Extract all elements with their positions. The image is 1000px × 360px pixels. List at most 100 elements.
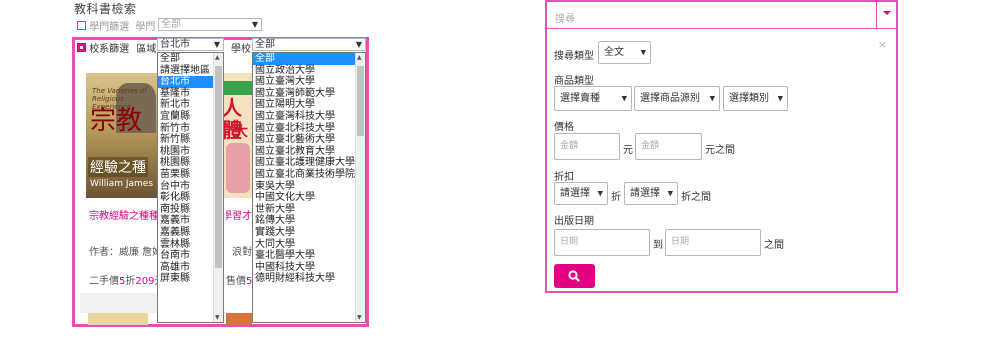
- scroll-down-icon[interactable]: ▼: [215, 314, 220, 321]
- region-scrollbar[interactable]: ▲ ▼: [213, 53, 223, 322]
- school-option[interactable]: 國立臺北護理健康大學: [253, 157, 365, 169]
- subject-filter-row: 學門篩選 學門: [77, 18, 155, 33]
- subject-select-value: 全部: [161, 19, 181, 30]
- chevron-down-icon: ▼: [777, 94, 783, 102]
- scrollbar-thumb[interactable]: [215, 66, 222, 268]
- search-button[interactable]: [554, 264, 595, 288]
- date-from-input[interactable]: 日期: [554, 229, 650, 256]
- book3-cover-partial[interactable]: [88, 313, 148, 325]
- school-filter-row: 校系篩選 區域: [77, 40, 156, 55]
- book2-title-link[interactable]: 學習才: [226, 207, 252, 222]
- page-title: 教科書檢索: [74, 2, 137, 16]
- book1-author: 作者：威廉 詹姆: [89, 247, 163, 258]
- school-option[interactable]: 臺北醫學大學: [253, 250, 365, 262]
- school-option[interactable]: 實踐大學: [253, 227, 365, 239]
- chevron-down-icon: ▼: [667, 189, 673, 197]
- search-bar: 搜尋: [547, 2, 896, 29]
- discount-max-value: 請選擇: [630, 188, 660, 199]
- book-cover-1[interactable]: The Varieties of Religious Experience 宗教…: [86, 73, 158, 198]
- search-type-select[interactable]: 全文 ▼: [598, 41, 651, 64]
- close-icon[interactable]: ×: [878, 38, 887, 51]
- discount-label: 折扣: [554, 172, 574, 183]
- book1-title-link[interactable]: 宗教經驗之種種: [89, 207, 159, 222]
- book2-price: 售價5折: [226, 272, 252, 287]
- date-to-input[interactable]: 日期: [665, 229, 761, 256]
- subject-label: 學門: [135, 22, 156, 33]
- book1-price-prefix: 二手價: [89, 276, 119, 287]
- publish-date-label: 出版日期: [554, 216, 594, 227]
- school-option[interactable]: 國立陽明大學: [253, 99, 365, 111]
- date-to-label: 到: [653, 240, 663, 251]
- product-source-select[interactable]: 選擇商品源別 ▼: [634, 86, 720, 111]
- school-option[interactable]: 國立臺北藝術大學: [253, 134, 365, 146]
- search-icon: [568, 270, 580, 282]
- discount-unit-label: 折: [611, 192, 621, 203]
- scroll-up-icon[interactable]: ▲: [215, 54, 220, 61]
- scrollbar-thumb[interactable]: [357, 66, 364, 136]
- region-label: 區域: [136, 44, 157, 55]
- school-option[interactable]: 全部: [253, 53, 365, 65]
- school-option[interactable]: 國立臺灣大學: [253, 76, 365, 88]
- chevron-down-icon: ▼: [355, 40, 362, 49]
- school-select-value: 全部: [255, 39, 275, 50]
- school-option[interactable]: 大同大學: [253, 239, 365, 251]
- subject-select[interactable]: 全部 ▼: [158, 18, 262, 31]
- scroll-down-icon[interactable]: ▼: [357, 314, 362, 321]
- product-source-value: 選擇商品源別: [640, 93, 700, 104]
- region-select[interactable]: 台北市 ▼: [157, 38, 224, 51]
- school-option[interactable]: 中國文化大學: [253, 192, 365, 204]
- price-max-input[interactable]: 金額: [635, 133, 702, 160]
- school-option[interactable]: 中國科技大學: [253, 262, 365, 274]
- school-option[interactable]: 東吳大學: [253, 181, 365, 193]
- school-label: 學校: [231, 44, 251, 55]
- price-yuan-label: 元: [623, 145, 633, 156]
- search-dropdown-toggle[interactable]: [876, 2, 896, 28]
- discount-min-value: 請選擇: [560, 188, 590, 199]
- book2-author: 作者：浪對: [226, 247, 252, 258]
- region-select-value: 台北市: [160, 39, 190, 50]
- discount-min-select[interactable]: 請選擇 ▼: [554, 182, 608, 205]
- school-select[interactable]: 全部 ▼: [252, 38, 366, 51]
- book1-cover-author: William James: [90, 179, 154, 189]
- school-option[interactable]: 銘傳大學: [253, 215, 365, 227]
- school-dropdown-list[interactable]: 全部 國立政治大學 國立臺灣大學 國立臺灣師範大學 國立陽明大學 國立臺灣科技大學 國立臺北…: [252, 52, 366, 323]
- school-option[interactable]: 德明財經科技大學: [253, 273, 365, 285]
- discount-max-select[interactable]: 請選擇 ▼: [624, 182, 678, 205]
- chevron-down-icon: ▼: [213, 40, 220, 49]
- book1-price: 二手價5折209元: [89, 272, 164, 287]
- school-option[interactable]: 國立臺灣師範大學: [253, 88, 365, 100]
- school-filter-label: 校系篩選: [89, 44, 130, 55]
- school-option[interactable]: 世新大學: [253, 204, 365, 216]
- caret-down-icon: [883, 11, 891, 15]
- school-options: 全部 國立政治大學 國立臺灣大學 國立臺灣師範大學 國立陽明大學 國立臺灣科技大學 國立臺北…: [253, 53, 365, 285]
- price-min-input[interactable]: 金額: [554, 133, 620, 160]
- book1-cover-title: 宗教: [90, 106, 143, 136]
- book4-cover-partial[interactable]: [226, 313, 252, 325]
- chevron-down-icon: ▼: [251, 20, 258, 29]
- chevron-down-icon: ▼: [640, 48, 646, 56]
- school-option[interactable]: 國立臺北商業技術學院: [253, 169, 365, 181]
- price-label: 價格: [554, 122, 574, 133]
- school-option[interactable]: 國立臺灣科技大學: [253, 111, 365, 123]
- scroll-up-icon[interactable]: ▲: [357, 54, 362, 61]
- chevron-down-icon: ▼: [709, 94, 715, 102]
- category-label: 商品類型: [554, 76, 594, 87]
- product-type-select[interactable]: 選擇賣種 ▼: [554, 86, 632, 111]
- school-option[interactable]: 國立臺北教育大學: [253, 146, 365, 158]
- school-option[interactable]: 國立臺北科技大學: [253, 123, 365, 135]
- school-filter-checkbox[interactable]: [77, 43, 86, 52]
- category-select[interactable]: 選擇類別 ▼: [723, 86, 788, 111]
- category-value: 選擇類別: [729, 93, 769, 104]
- book1-discount-unit: 折: [125, 276, 136, 287]
- school-scrollbar[interactable]: ▲ ▼: [355, 53, 365, 322]
- search-input[interactable]: 搜尋: [555, 10, 575, 25]
- subject-filter-checkbox[interactable]: [77, 21, 86, 30]
- book2-price-prefix: 售價: [226, 276, 246, 287]
- book2-cover-subtitle: 大: [234, 124, 248, 140]
- book-cover-2[interactable]: 人體 大: [224, 73, 252, 198]
- date-between-label: 之間: [764, 240, 784, 251]
- school-option[interactable]: 國立政治大學: [253, 65, 365, 77]
- region-dropdown-list[interactable]: 全部 請選擇地區 台北市 基隆市 新北市 宜蘭縣 新竹市 新竹縣 桃園市 桃園縣 苗栗縣 台中市 彰化縣…: [157, 52, 224, 323]
- search-type-value: 全文: [604, 47, 624, 58]
- chevron-down-icon: ▼: [597, 189, 603, 197]
